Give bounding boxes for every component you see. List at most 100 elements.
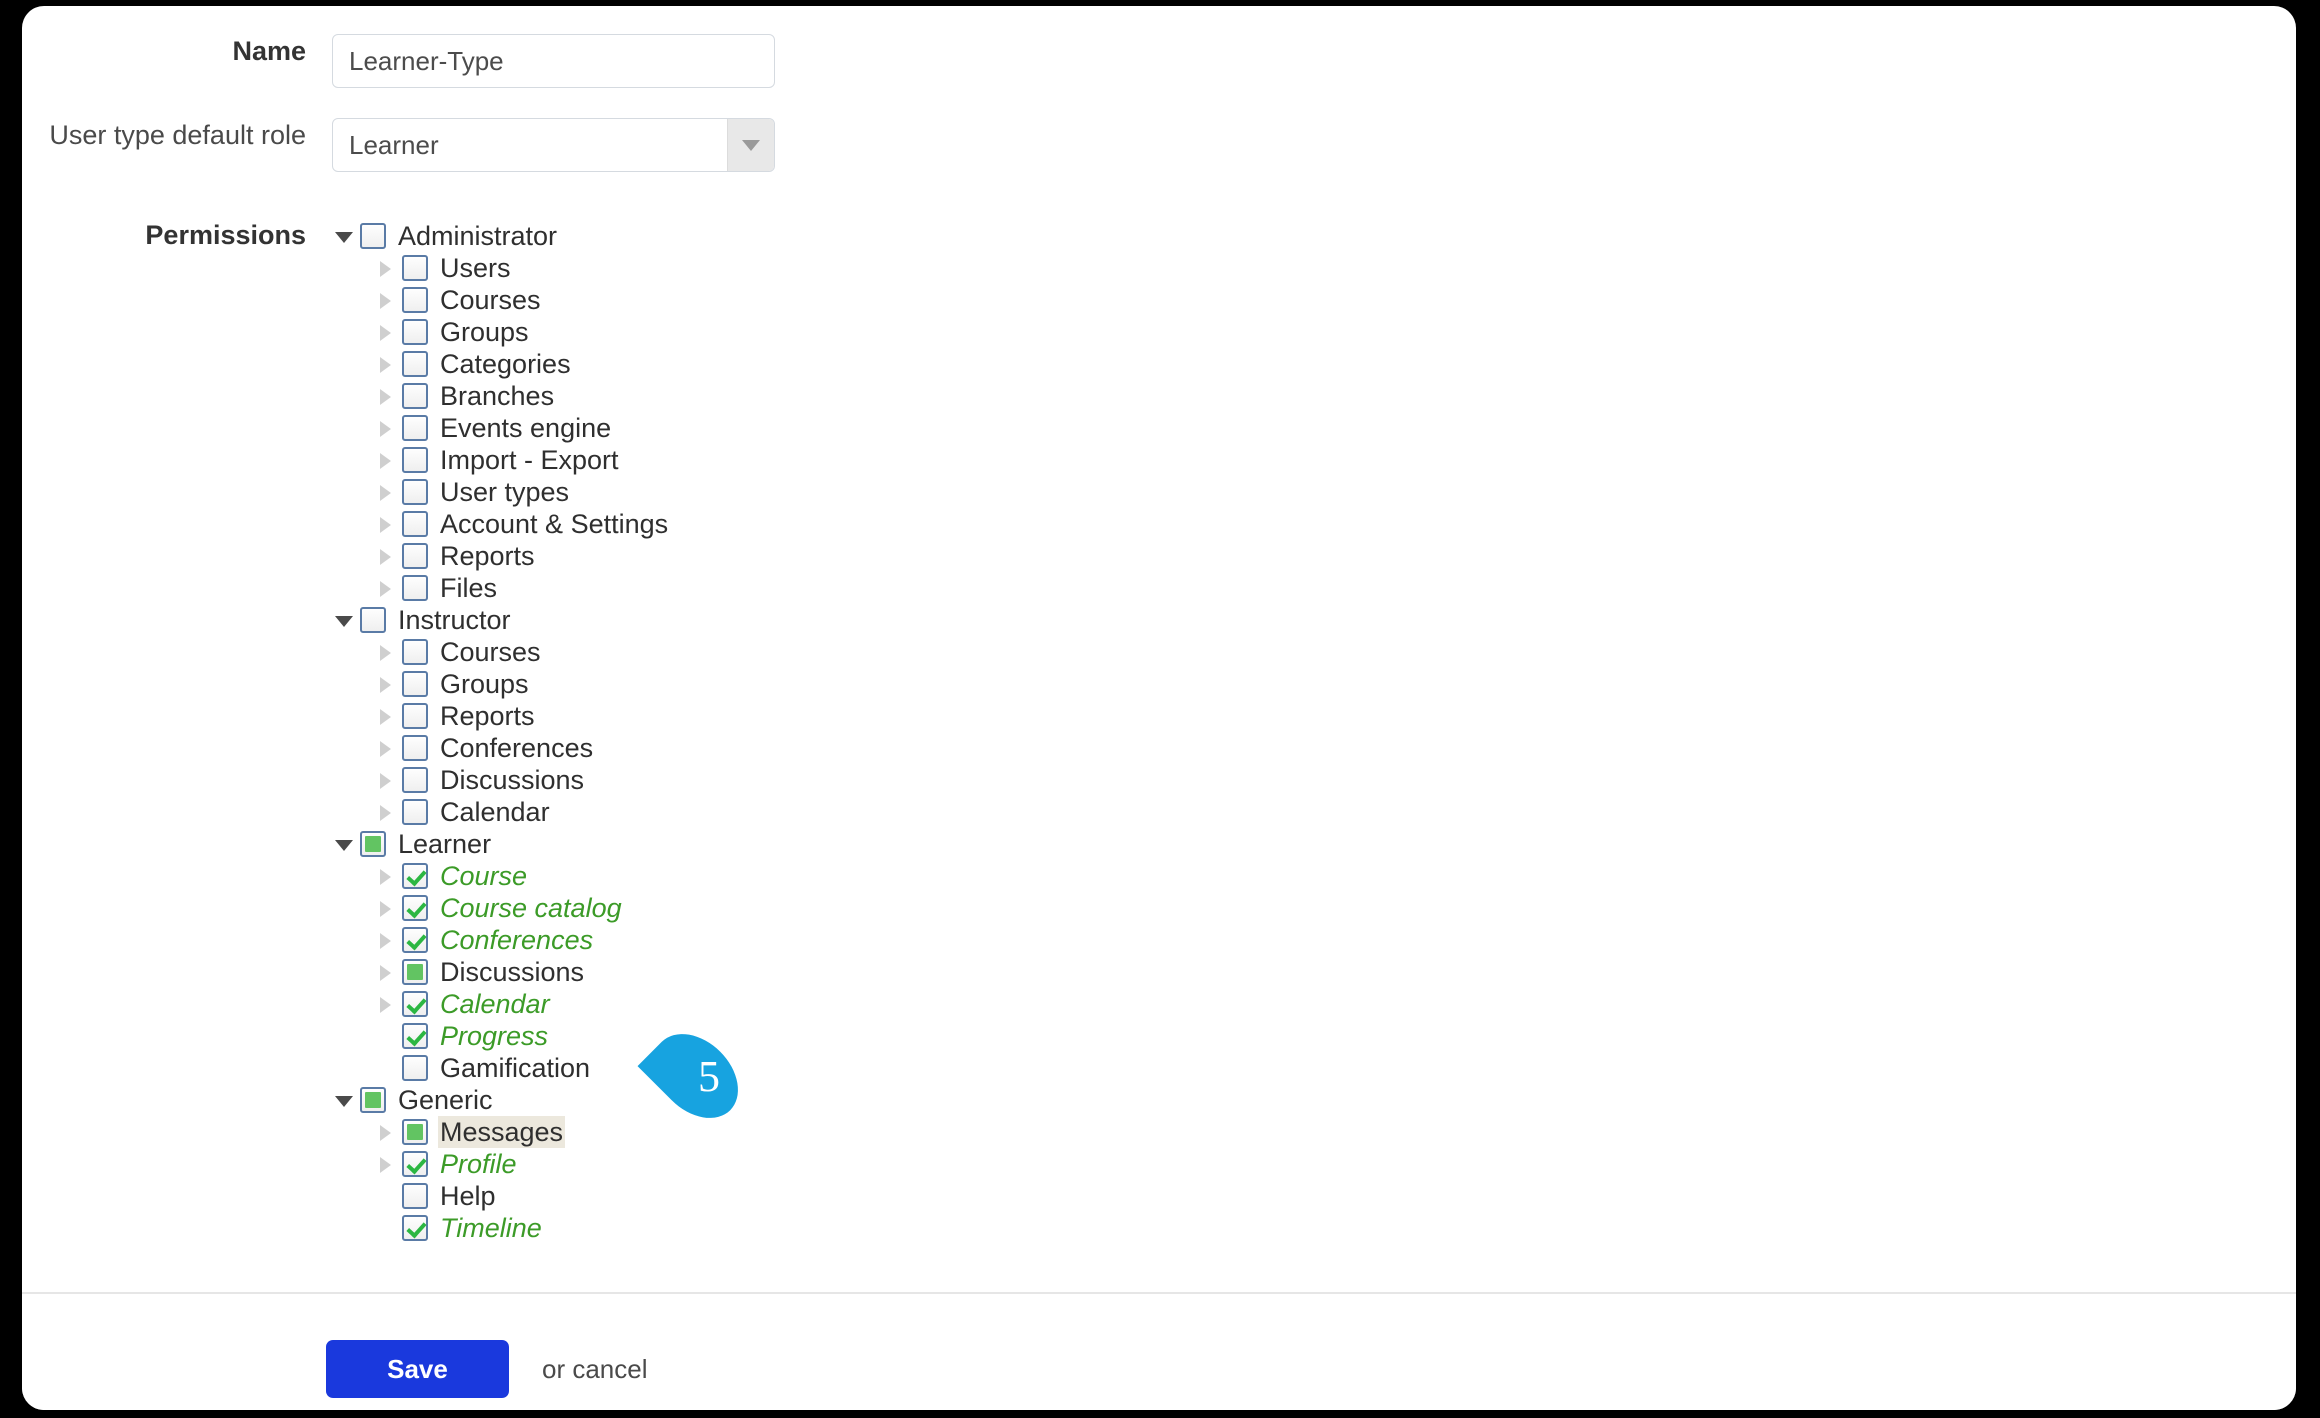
chevron-right-icon[interactable] bbox=[374, 673, 396, 695]
chevron-right-icon[interactable] bbox=[374, 353, 396, 375]
chevron-down-icon[interactable] bbox=[332, 833, 354, 855]
permission-tree-item[interactable]: Account & Settings bbox=[332, 508, 1232, 540]
permission-tree-item[interactable]: User types bbox=[332, 476, 1232, 508]
chevron-right-icon[interactable] bbox=[374, 929, 396, 951]
chevron-right-icon[interactable] bbox=[374, 417, 396, 439]
permission-tree-item[interactable]: Events engine bbox=[332, 412, 1232, 444]
chevron-right-icon[interactable] bbox=[374, 545, 396, 567]
permission-checkbox[interactable] bbox=[402, 639, 428, 665]
permission-tree-item[interactable]: Branches bbox=[332, 380, 1232, 412]
chevron-right-icon[interactable] bbox=[374, 801, 396, 823]
permission-tree-item[interactable]: Conferences bbox=[332, 924, 1232, 956]
permission-checkbox[interactable] bbox=[402, 1151, 428, 1177]
chevron-right-icon[interactable] bbox=[374, 257, 396, 279]
default-role-select[interactable]: Learner bbox=[332, 118, 775, 172]
permission-checkbox[interactable] bbox=[402, 767, 428, 793]
permission-tree-item[interactable]: Administrator bbox=[332, 220, 1232, 252]
permission-checkbox[interactable] bbox=[402, 383, 428, 409]
permission-tree-item[interactable]: Learner bbox=[332, 828, 1232, 860]
permission-tree-item[interactable]: Generic bbox=[332, 1084, 1232, 1116]
permission-checkbox[interactable] bbox=[402, 895, 428, 921]
permission-tree-item[interactable]: Messages bbox=[332, 1116, 1232, 1148]
permission-checkbox[interactable] bbox=[402, 959, 428, 985]
permission-tree-item[interactable]: Groups bbox=[332, 316, 1232, 348]
permission-checkbox[interactable] bbox=[360, 1087, 386, 1113]
chevron-right-icon[interactable] bbox=[374, 993, 396, 1015]
chevron-right-icon[interactable] bbox=[374, 1153, 396, 1175]
permission-checkbox[interactable] bbox=[360, 223, 386, 249]
chevron-down-icon[interactable] bbox=[332, 609, 354, 631]
permission-checkbox[interactable] bbox=[402, 1055, 428, 1081]
permission-checkbox[interactable] bbox=[402, 1119, 428, 1145]
permission-tree-item[interactable]: Instructor bbox=[332, 604, 1232, 636]
permission-checkbox[interactable] bbox=[402, 415, 428, 441]
permission-checkbox[interactable] bbox=[402, 351, 428, 377]
permission-checkbox[interactable] bbox=[402, 703, 428, 729]
cancel-link[interactable]: or cancel bbox=[542, 1340, 648, 1398]
permission-checkbox[interactable] bbox=[360, 831, 386, 857]
permission-tree-item[interactable]: Groups bbox=[332, 668, 1232, 700]
chevron-right-icon[interactable] bbox=[374, 641, 396, 663]
chevron-right-icon[interactable] bbox=[374, 737, 396, 759]
permission-tree-item[interactable]: Calendar bbox=[332, 988, 1232, 1020]
chevron-right-icon[interactable] bbox=[374, 769, 396, 791]
permission-tree-item[interactable]: Courses bbox=[332, 284, 1232, 316]
permission-checkbox[interactable] bbox=[402, 735, 428, 761]
chevron-right-icon[interactable] bbox=[374, 961, 396, 983]
footer-actions: Save or cancel bbox=[22, 1294, 2296, 1410]
permission-tree-item[interactable]: Import - Export bbox=[332, 444, 1232, 476]
chevron-right-icon[interactable] bbox=[374, 321, 396, 343]
permission-checkbox[interactable] bbox=[402, 575, 428, 601]
permission-checkbox[interactable] bbox=[402, 671, 428, 697]
tree-spacer-icon bbox=[374, 1057, 396, 1079]
permission-tree-item[interactable]: Files bbox=[332, 572, 1232, 604]
permission-tree-item[interactable]: Discussions bbox=[332, 956, 1232, 988]
name-label: Name bbox=[232, 36, 306, 66]
permission-tree-item[interactable]: Users bbox=[332, 252, 1232, 284]
permission-checkbox[interactable] bbox=[402, 255, 428, 281]
permission-tree-item[interactable]: Course catalog bbox=[332, 892, 1232, 924]
permission-checkbox[interactable] bbox=[402, 863, 428, 889]
chevron-right-icon[interactable] bbox=[374, 449, 396, 471]
permission-checkbox[interactable] bbox=[402, 447, 428, 473]
permission-tree-item[interactable]: Help bbox=[332, 1180, 1232, 1212]
permission-tree-item[interactable]: Gamification bbox=[332, 1052, 1232, 1084]
permission-tree-item[interactable]: Conferences bbox=[332, 732, 1232, 764]
chevron-right-icon[interactable] bbox=[374, 705, 396, 727]
chevron-right-icon[interactable] bbox=[374, 385, 396, 407]
permission-tree-item[interactable]: Categories bbox=[332, 348, 1232, 380]
permission-tree-item[interactable]: Course bbox=[332, 860, 1232, 892]
permission-checkbox[interactable] bbox=[402, 287, 428, 313]
save-button[interactable]: Save bbox=[326, 1340, 509, 1398]
chevron-right-icon[interactable] bbox=[374, 577, 396, 599]
permission-tree-item[interactable]: Progress bbox=[332, 1020, 1232, 1052]
permission-checkbox[interactable] bbox=[402, 1023, 428, 1049]
permission-checkbox[interactable] bbox=[402, 319, 428, 345]
chevron-right-icon[interactable] bbox=[374, 1121, 396, 1143]
permission-tree-item[interactable]: Profile bbox=[332, 1148, 1232, 1180]
permission-tree-item[interactable]: Calendar bbox=[332, 796, 1232, 828]
chevron-right-icon[interactable] bbox=[374, 513, 396, 535]
permission-checkbox[interactable] bbox=[402, 543, 428, 569]
permission-checkbox[interactable] bbox=[402, 927, 428, 953]
permission-checkbox[interactable] bbox=[402, 1183, 428, 1209]
permission-checkbox[interactable] bbox=[360, 607, 386, 633]
permission-tree-item[interactable]: Courses bbox=[332, 636, 1232, 668]
permission-checkbox[interactable] bbox=[402, 991, 428, 1017]
permission-checkbox[interactable] bbox=[402, 1215, 428, 1241]
chevron-right-icon[interactable] bbox=[374, 865, 396, 887]
permission-checkbox[interactable] bbox=[402, 511, 428, 537]
permission-tree-item[interactable]: Reports bbox=[332, 700, 1232, 732]
permission-checkbox[interactable] bbox=[402, 799, 428, 825]
name-input[interactable] bbox=[332, 34, 775, 88]
chevron-down-icon[interactable] bbox=[332, 1089, 354, 1111]
chevron-right-icon[interactable] bbox=[374, 897, 396, 919]
permission-checkbox[interactable] bbox=[402, 479, 428, 505]
permission-tree-item[interactable]: Discussions bbox=[332, 764, 1232, 796]
chevron-right-icon[interactable] bbox=[374, 289, 396, 311]
chevron-down-icon[interactable] bbox=[727, 119, 774, 171]
chevron-down-icon[interactable] bbox=[332, 225, 354, 247]
permission-tree-item[interactable]: Reports bbox=[332, 540, 1232, 572]
permission-tree-item[interactable]: Timeline bbox=[332, 1212, 1232, 1244]
chevron-right-icon[interactable] bbox=[374, 481, 396, 503]
